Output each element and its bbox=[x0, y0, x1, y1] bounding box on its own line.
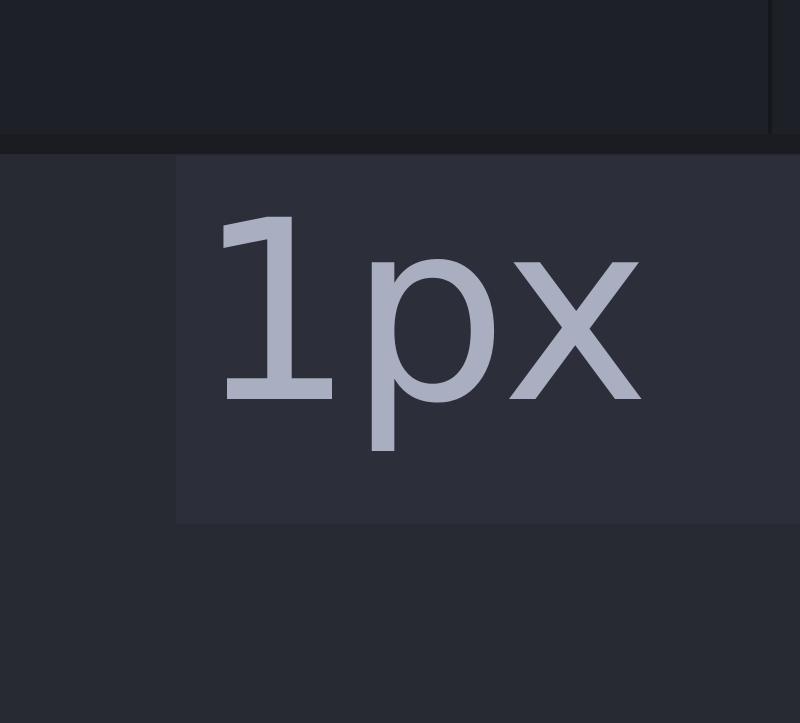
size-value-field[interactable]: 1px bbox=[176, 156, 800, 524]
toolbar bbox=[0, 0, 800, 134]
toolbar-bottom-border bbox=[0, 134, 800, 154]
size-value-text: 1px bbox=[196, 167, 650, 458]
toolbar-divider bbox=[768, 0, 772, 134]
